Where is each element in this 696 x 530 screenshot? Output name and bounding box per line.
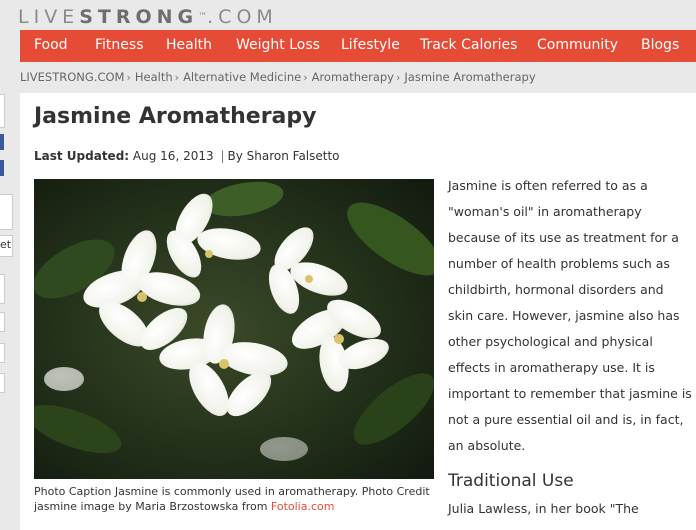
breadcrumb-aromatherapy[interactable]: Aromatherapy: [312, 70, 394, 84]
chevron-right-icon: ›: [174, 70, 180, 84]
section-text: Julia Lawless, in her book "The: [448, 501, 639, 516]
section-heading: Traditional Use: [448, 471, 574, 491]
text-line: important to remember that jasmine is: [448, 386, 692, 401]
article-intro: Jasmine is often referred to as a "woman…: [448, 173, 694, 459]
nav-community[interactable]: Community: [537, 37, 618, 53]
text-line: childbirth, hormonal disorders and: [448, 282, 664, 297]
nav-weight-loss[interactable]: Weight Loss: [236, 37, 320, 53]
text-line: Jasmine is often referred to as a: [448, 178, 648, 193]
nav-lifestyle[interactable]: Lifestyle: [341, 37, 400, 53]
text-line: other psychological and physical: [448, 334, 653, 349]
sidebar-input-stub[interactable]: [0, 194, 13, 230]
sidebar-field-stub-4[interactable]: [0, 373, 5, 393]
sidebar-field-stub-3[interactable]: [0, 343, 5, 363]
text-line: effects in aromatherapy use. It is: [448, 360, 655, 375]
facebook-like-stub[interactable]: [0, 160, 4, 176]
updated-date: Aug 16, 2013: [132, 149, 214, 163]
sidebar-field-stub-2[interactable]: [0, 312, 5, 332]
logo-strong: STRONG: [79, 6, 199, 28]
text-line: skin care. However, jasmine also has: [448, 308, 680, 323]
sidebar-button-label: et: [0, 238, 12, 251]
breadcrumb-alternative-medicine[interactable]: Alternative Medicine: [183, 70, 301, 84]
facebook-share-stub[interactable]: [0, 134, 4, 150]
logo-suffix: .COM: [207, 6, 278, 28]
chevron-right-icon: ›: [395, 70, 401, 84]
breadcrumb-current: Jasmine Aromatherapy: [404, 70, 536, 84]
author-link[interactable]: By Sharon Falsetto: [227, 149, 339, 163]
caption-text: Photo Caption Jasmine is commonly used i…: [34, 485, 430, 513]
nav-health[interactable]: Health: [166, 37, 212, 53]
breadcrumb: LIVESTRONG.COM › Health › Alternative Medi…: [20, 68, 536, 86]
article-byline: Last Updated: Aug 16, 2013 | By Sharon Fa…: [34, 149, 340, 163]
nav-fitness[interactable]: Fitness: [95, 37, 144, 53]
byline-separator: |: [220, 149, 225, 163]
sidebar-stub-box: [0, 94, 5, 128]
jasmine-photo: [34, 179, 434, 479]
nav-track-calories[interactable]: Track Calories: [420, 37, 517, 53]
text-line: an absolute.: [448, 438, 526, 453]
text-line: number of health problems such as: [448, 256, 670, 271]
site-logo[interactable]: LIVESTRONG™.COM: [18, 4, 278, 30]
text-line: "woman's oil" in aromatherapy: [448, 204, 642, 219]
nav-food[interactable]: Food: [34, 37, 68, 53]
breadcrumb-health[interactable]: Health: [135, 70, 173, 84]
breadcrumb-home[interactable]: LIVESTRONG.COM: [20, 70, 124, 84]
text-line: not a pure essential oil and is, in fact…: [448, 412, 684, 427]
nav-blogs[interactable]: Blogs: [641, 37, 679, 53]
photo-credit-link[interactable]: Fotolia.com: [271, 500, 335, 513]
chevron-right-icon: ›: [303, 70, 308, 84]
photo-caption: Photo Caption Jasmine is commonly used i…: [34, 484, 434, 514]
article-title: Jasmine Aromatherapy: [34, 104, 317, 129]
sidebar-field-stub-1[interactable]: [0, 274, 5, 304]
logo-tm: ™: [198, 12, 208, 22]
logo-live: LIVE: [18, 6, 80, 28]
chevron-right-icon: ›: [126, 70, 131, 84]
jasmine-flower-image: [34, 179, 434, 479]
updated-label: Last Updated:: [34, 149, 130, 163]
article-panel: Jasmine Aromatherapy Last Updated: Aug 1…: [20, 93, 696, 530]
main-nav: Food Fitness Health Weight Loss Lifestyl…: [20, 30, 696, 62]
text-line: because of its use as treatment for a: [448, 230, 679, 245]
